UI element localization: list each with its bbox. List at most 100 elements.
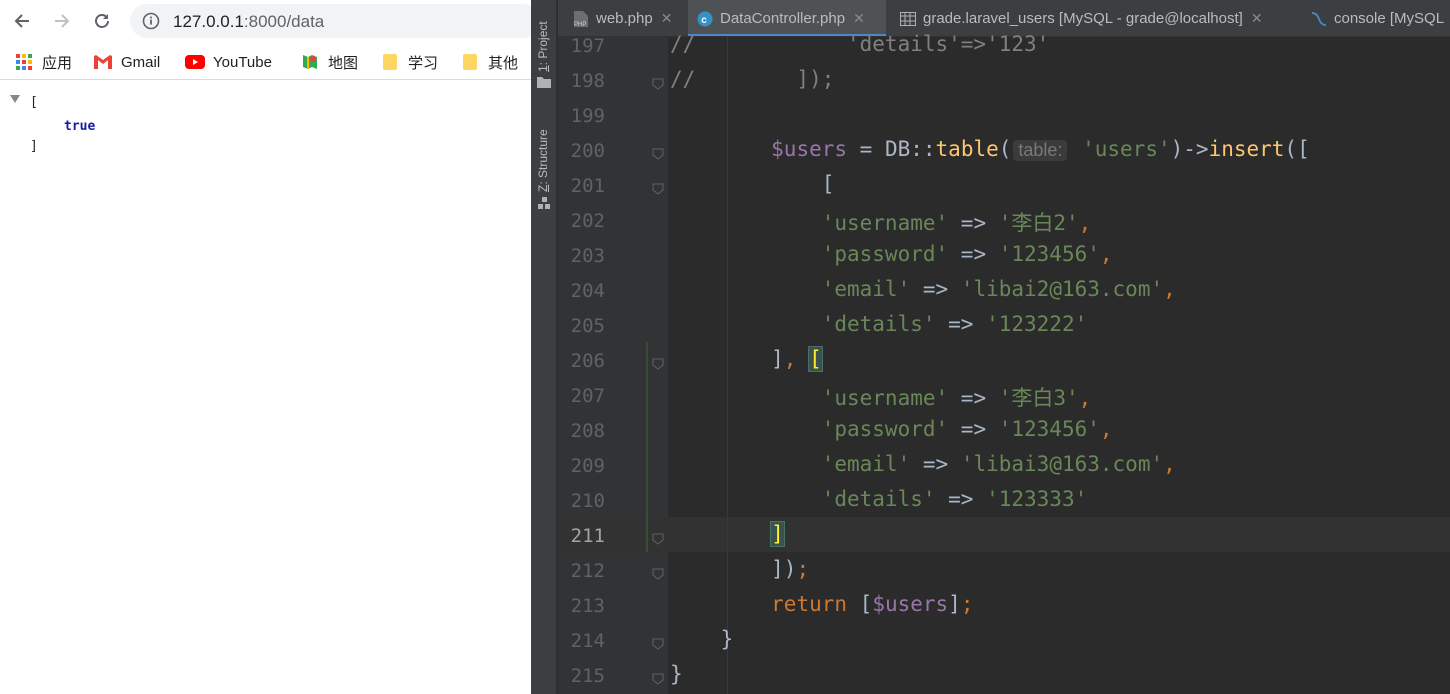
- apps-grid-icon: [14, 52, 34, 72]
- line-number: 205: [570, 315, 605, 337]
- browser-toolbar: 127.0.0.1:8000/data: [0, 0, 531, 42]
- arrow-left-icon: [14, 14, 29, 28]
- line-number: 215: [570, 665, 605, 687]
- code-line: ]: [770, 521, 785, 547]
- line-number: 198: [570, 70, 605, 92]
- line-number: 206: [570, 350, 605, 372]
- json-close-bracket: ]: [30, 139, 38, 154]
- url-text: 127.0.0.1:8000/data: [173, 12, 324, 32]
- collapse-triangle-icon[interactable]: [10, 95, 20, 103]
- code-line: // ]);: [670, 67, 835, 91]
- code-line: 'email' => 'libai2@163.com',: [821, 277, 1176, 301]
- line-number: 199: [570, 105, 605, 127]
- maps-icon: [300, 52, 320, 72]
- url-path: :8000/data: [243, 12, 325, 31]
- bookmark-youtube[interactable]: YouTube: [185, 52, 272, 72]
- fold-marker-icon[interactable]: [651, 566, 665, 580]
- code-line: return [$users];: [771, 592, 974, 616]
- bookmark-maps[interactable]: 地图: [300, 52, 358, 72]
- console-icon: [1310, 10, 1328, 28]
- fold-marker-icon[interactable]: [651, 356, 665, 370]
- fold-marker-icon[interactable]: [651, 181, 665, 195]
- fold-marker-icon[interactable]: [651, 76, 665, 90]
- code-line: ], [: [670, 346, 823, 372]
- fold-marker-icon[interactable]: [651, 671, 665, 685]
- line-number: 200: [570, 140, 605, 162]
- code-line: $users = DB::table(table: 'users')->inse…: [771, 137, 1310, 161]
- tab-label: grade.laravel_users [MySQL - grade@local…: [923, 10, 1243, 27]
- code-line: [: [670, 172, 835, 196]
- tab-web-php[interactable]: PHP web.php ✕: [564, 0, 682, 36]
- json-open-bracket: [: [30, 95, 38, 110]
- code-line: 'email' => 'libai3@163.com',: [821, 452, 1176, 476]
- tab-label: console [MySQL: [1334, 10, 1445, 27]
- bookmark-apps[interactable]: 应用: [14, 52, 72, 72]
- youtube-icon: [185, 52, 205, 72]
- line-number: 204: [570, 280, 605, 302]
- folder-icon: [460, 52, 480, 72]
- vcs-change-marker: [646, 342, 648, 552]
- bookmark-gmail[interactable]: Gmail: [93, 52, 160, 72]
- code-line: 'password' => '123456',: [821, 417, 1113, 441]
- forward-button[interactable]: [49, 9, 75, 33]
- line-number: 201: [570, 175, 605, 197]
- line-number: 211: [570, 525, 605, 547]
- url-host: 127.0.0.1: [173, 12, 244, 31]
- folder-icon: [380, 52, 400, 72]
- tab-label: web.php: [596, 10, 653, 27]
- code-line: 'details' => '123333': [821, 487, 1088, 511]
- code-line: // 'details'=>'123': [670, 32, 1050, 56]
- structure-icon: [538, 197, 550, 209]
- reload-icon: [95, 14, 109, 28]
- bookmark-folder-other[interactable]: 其他: [460, 52, 518, 72]
- tab-label: DataController.php: [720, 10, 846, 27]
- php-file-icon: PHP: [572, 10, 590, 28]
- line-number: 212: [570, 560, 605, 582]
- code-line: 'username' => '李白3',: [821, 386, 1092, 410]
- folder-icon: [537, 77, 551, 88]
- bookmark-folder-study[interactable]: 学习: [380, 52, 438, 72]
- line-number: 202: [570, 210, 605, 232]
- line-number: 197: [570, 35, 605, 57]
- structure-tool-tab[interactable]: Z: Structure: [531, 110, 557, 220]
- bookmark-label: 学习: [408, 54, 439, 72]
- fold-marker-icon[interactable]: [651, 531, 665, 545]
- bookmark-label: 地图: [328, 54, 359, 72]
- side-tool-strip: 1: Project Z: Structure: [531, 0, 557, 694]
- gmail-icon: [93, 52, 113, 72]
- table-icon: [899, 10, 917, 28]
- code-line: 'username' => '李白2',: [821, 211, 1092, 235]
- reload-button[interactable]: [89, 9, 115, 33]
- address-bar[interactable]: 127.0.0.1:8000/data: [130, 4, 531, 38]
- parameter-hint: table:: [1013, 140, 1068, 161]
- line-number: 207: [570, 385, 605, 407]
- close-tab-icon[interactable]: ✕: [1251, 10, 1263, 27]
- line-number: 214: [570, 630, 605, 652]
- bookmark-label: Gmail: [121, 53, 161, 71]
- close-tab-icon[interactable]: ✕: [661, 10, 673, 27]
- structure-tool-label: Z: Structure: [536, 129, 550, 192]
- svg-text:PHP: PHP: [574, 22, 586, 28]
- project-tool-tab[interactable]: 1: Project: [531, 0, 557, 100]
- fold-marker-icon[interactable]: [651, 146, 665, 160]
- bookmark-label: YouTube: [213, 53, 272, 71]
- browser-window: 127.0.0.1:8000/data 应用 Gmail YouTube 地图 …: [0, 0, 531, 694]
- arrow-right-icon: [55, 14, 70, 28]
- json-value: true: [64, 119, 96, 134]
- line-number: 209: [570, 455, 605, 477]
- code-line: ]);: [670, 557, 810, 581]
- tab-console-mysql[interactable]: console [MySQL: [1302, 0, 1450, 36]
- close-tab-icon[interactable]: ✕: [853, 10, 865, 27]
- svg-text:c: c: [701, 15, 707, 26]
- back-button[interactable]: [9, 9, 35, 33]
- line-number: 210: [570, 490, 605, 512]
- code-line: }: [670, 662, 683, 686]
- line-number: 203: [570, 245, 605, 267]
- fold-marker-icon[interactable]: [651, 636, 665, 650]
- bookmark-label: 应用: [42, 54, 73, 72]
- php-class-icon: c: [696, 10, 714, 28]
- code-line: }: [670, 627, 734, 651]
- bookmarks-bar: 应用 Gmail YouTube 地图 学习 其他: [0, 44, 531, 80]
- info-icon[interactable]: [142, 12, 160, 30]
- code-line: 'details' => '123222': [821, 312, 1088, 336]
